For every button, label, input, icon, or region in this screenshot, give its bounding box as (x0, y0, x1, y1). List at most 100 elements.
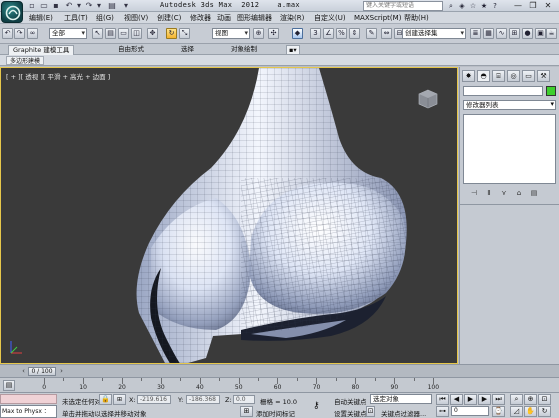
menu-maxscript[interactable]: MAXScript(M) (354, 13, 401, 23)
coord-z-field[interactable]: 0.0 (233, 395, 255, 404)
close-button[interactable]: ✕ (542, 1, 554, 11)
favorites-icon[interactable]: ★ (479, 1, 489, 11)
zoom-icon[interactable]: ⌕ (510, 394, 523, 405)
menu-customize[interactable]: 自定义(U) (314, 13, 346, 23)
mini-curve-editor-icon[interactable]: ▤ (3, 380, 15, 391)
tab-object-paint[interactable]: 对象绘制 (227, 45, 261, 55)
menu-help[interactable]: 帮助(H) (404, 13, 429, 23)
orbit-icon[interactable]: ↻ (538, 406, 551, 417)
current-frame-field[interactable]: 0 (451, 406, 489, 416)
pan-view-icon[interactable]: ✋ (524, 406, 537, 417)
create-tab-icon[interactable]: ✸ (462, 70, 475, 82)
time-tag-icon[interactable]: ⊞ (240, 406, 253, 417)
motion-tab-icon[interactable]: ◎ (507, 70, 520, 82)
set-key-button[interactable]: 设置关键点 (334, 408, 367, 418)
play-icon[interactable]: ▶ (464, 394, 477, 405)
link-icon[interactable]: ∞ (27, 28, 38, 39)
pivot-center-icon[interactable]: ⊕ (253, 28, 264, 39)
key-mode-icon[interactable]: ⊶ (436, 406, 449, 417)
angle-snap-icon[interactable]: ∠ (323, 28, 334, 39)
graphite-toggle-icon[interactable]: ▦ (483, 28, 494, 39)
field-of-view-icon[interactable]: ◿ (510, 406, 523, 417)
key-icon[interactable]: ⚷ (313, 401, 320, 411)
menu-modifiers[interactable]: 修改器 (190, 13, 211, 23)
viewport-label-menu[interactable]: [ + ][ 透视 ][ 平滑 + 高光 + 边面 ] (6, 71, 110, 81)
select-scale-icon[interactable]: ⤡ (179, 28, 190, 39)
rectangular-selection-icon[interactable]: ▭ (118, 28, 129, 39)
layer-manager-icon[interactable]: ≣ (470, 28, 481, 39)
help-search-input[interactable]: 键入关键字或短语 (363, 1, 443, 11)
quick-access-dropdown-icon[interactable]: ▾ (121, 1, 131, 11)
coord-y-field[interactable]: -186.368 (186, 395, 220, 404)
viewcube-icon[interactable] (417, 88, 439, 110)
set-key-icon[interactable]: ⊡ (366, 406, 375, 417)
maxscript-listener-output[interactable] (0, 394, 57, 404)
time-next-icon[interactable]: › (58, 367, 65, 376)
menu-group[interactable]: 组(G) (96, 13, 114, 23)
subscription-icon[interactable]: ◈ (457, 1, 467, 11)
new-file-icon[interactable]: ▫ (27, 1, 37, 11)
schematic-view-icon[interactable]: ⊞ (509, 28, 520, 39)
menu-create[interactable]: 创建(C) (157, 13, 181, 23)
go-to-start-icon[interactable]: ⏮ (436, 394, 449, 405)
menu-tools[interactable]: 工具(T) (64, 13, 88, 23)
tab-selection[interactable]: 选择 (177, 45, 198, 55)
menu-animation[interactable]: 动画 (217, 13, 231, 23)
open-file-icon[interactable]: ▭ (39, 1, 49, 11)
hierarchy-tab-icon[interactable]: ⌸ (492, 70, 505, 82)
redo-icon[interactable]: ↷ (84, 1, 94, 11)
modify-tab-icon[interactable]: ◓ (477, 70, 490, 82)
window-crossing-icon[interactable]: ◫ (131, 28, 142, 39)
application-button[interactable] (1, 1, 23, 23)
zoom-all-icon[interactable]: ⊕ (524, 394, 537, 405)
go-to-end-icon[interactable]: ⏭ (492, 394, 505, 405)
menu-edit[interactable]: 编辑(E) (29, 13, 53, 23)
search-icon[interactable]: ⌕ (446, 1, 456, 11)
minimize-button[interactable]: — (512, 1, 524, 11)
percent-snap-icon[interactable]: % (336, 28, 347, 39)
remove-modifier-icon[interactable]: ⌂ (514, 188, 524, 198)
menu-graph-editors[interactable]: 图形编辑器 (237, 13, 272, 23)
edit-named-selection-icon[interactable]: ✎ (366, 28, 377, 39)
snaps-toggle-icon[interactable]: 3 (310, 28, 321, 39)
time-prev-icon[interactable]: ‹ (20, 367, 27, 376)
undo-icon[interactable]: ↶ (64, 1, 74, 11)
object-color-swatch[interactable] (546, 86, 556, 96)
add-time-tag[interactable]: 添加时间标记 (256, 408, 295, 418)
reference-coordinate-dropdown[interactable]: 视图 (212, 28, 250, 39)
time-slider[interactable]: ‹ 0 / 100 › (0, 364, 559, 377)
polygon-modeling-panel[interactable]: 多边形建模 (6, 56, 45, 65)
save-file-icon[interactable]: ▪ (51, 1, 61, 11)
display-tab-icon[interactable]: ▭ (522, 70, 535, 82)
make-unique-icon[interactable]: ⋎ (499, 188, 509, 198)
spinner-snap-icon[interactable]: ⇕ (349, 28, 360, 39)
render-setup-icon[interactable]: ▣ (535, 28, 546, 39)
undo-dropdown-icon[interactable]: ▾ (74, 1, 84, 11)
help-icon[interactable]: ? (490, 1, 500, 11)
auto-key-button[interactable]: 自动关键点 (334, 396, 367, 406)
pin-stack-icon[interactable]: ⊣ (469, 188, 479, 198)
restore-button[interactable]: ❐ (527, 1, 539, 11)
redo-dropdown-icon[interactable]: ▾ (94, 1, 104, 11)
select-object-icon[interactable]: ↖ (92, 28, 103, 39)
menu-views[interactable]: 视图(V) (124, 13, 148, 23)
show-end-result-icon[interactable]: Ⅱ (484, 188, 494, 198)
keyboard-shortcut-override-icon[interactable]: ◆ (292, 28, 303, 39)
manipulate-icon[interactable]: ✣ (268, 28, 279, 39)
selection-filter-dropdown[interactable]: 全部 (49, 28, 87, 39)
tab-freeform[interactable]: 自由形式 (114, 45, 148, 55)
project-folder-icon[interactable]: ▤ (107, 1, 117, 11)
select-move-icon[interactable]: ✥ (147, 28, 158, 39)
modifier-stack[interactable] (463, 114, 556, 184)
redo-tool-icon[interactable]: ↷ (14, 28, 25, 39)
tab-graphite-modeling[interactable]: Graphite 建模工具 (8, 45, 75, 55)
curve-editor-icon[interactable]: ∿ (496, 28, 507, 39)
select-by-name-icon[interactable]: ▤ (105, 28, 116, 39)
menu-rendering[interactable]: 渲染(R) (280, 13, 304, 23)
select-rotate-icon[interactable]: ↻ (166, 28, 177, 39)
modifier-list-dropdown[interactable]: 修改器列表 (463, 100, 556, 110)
named-selection-sets-dropdown[interactable]: 创建选择集 (402, 28, 466, 39)
track-bar[interactable]: ▤ 0 10 20 30 40 50 60 70 80 90 100 (0, 377, 559, 392)
configure-sets-icon[interactable]: ▤ (529, 188, 539, 198)
material-editor-icon[interactable]: ● (522, 28, 533, 39)
